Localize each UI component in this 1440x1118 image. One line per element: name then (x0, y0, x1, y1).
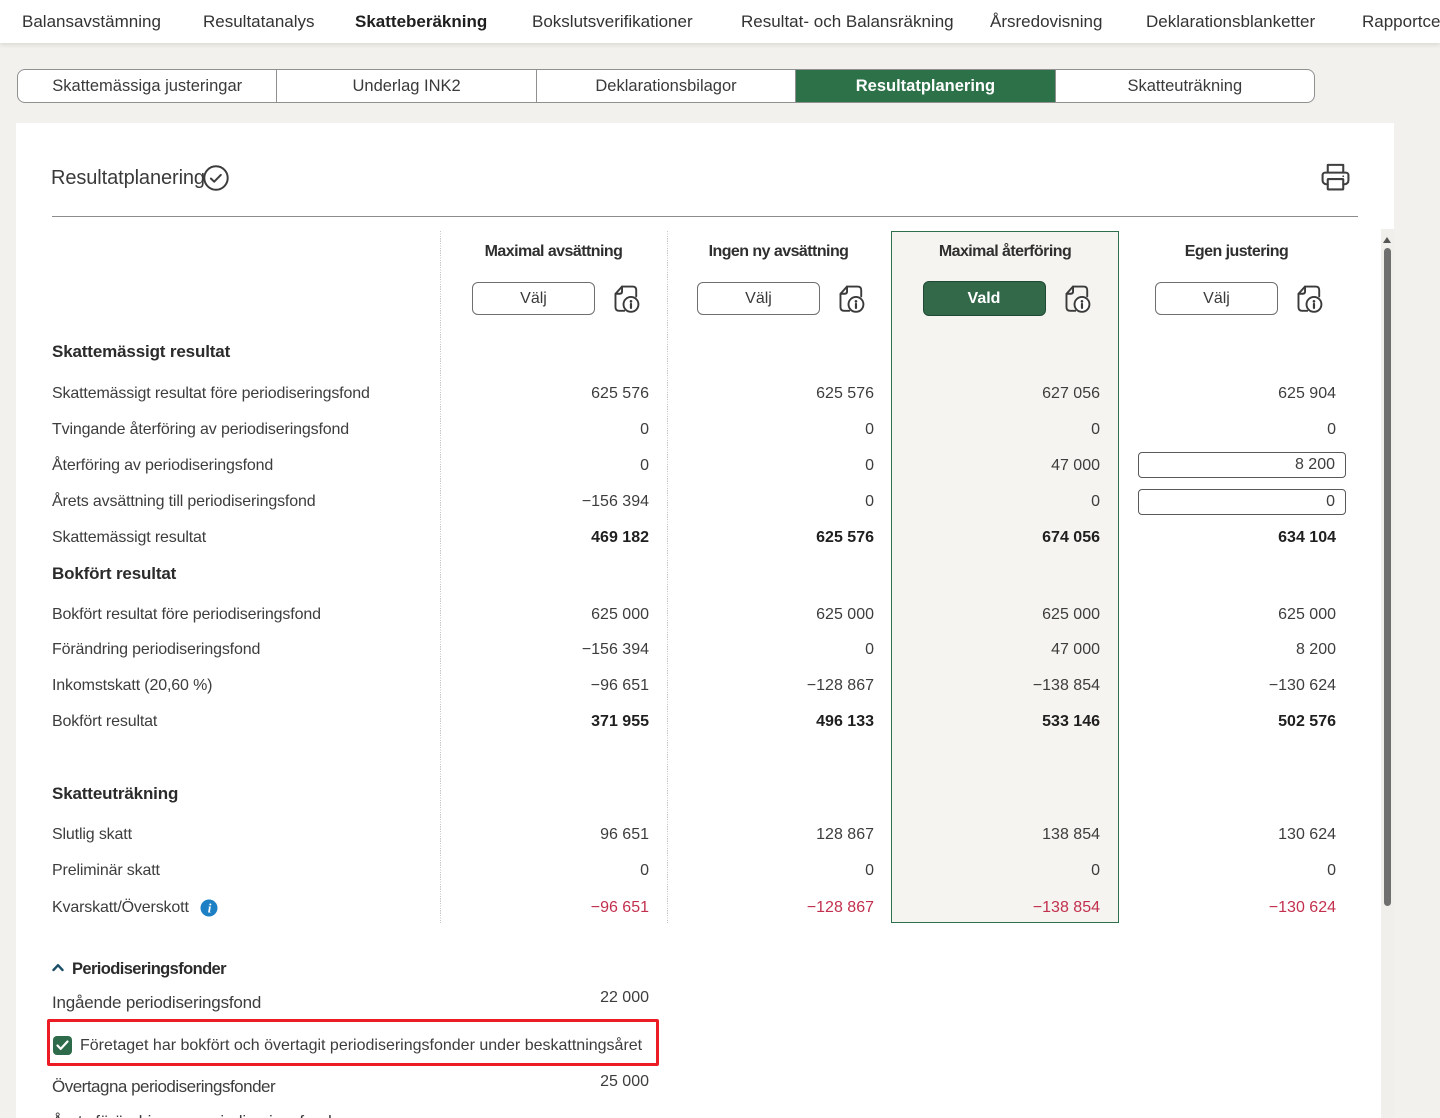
svg-text:i: i (208, 901, 212, 916)
